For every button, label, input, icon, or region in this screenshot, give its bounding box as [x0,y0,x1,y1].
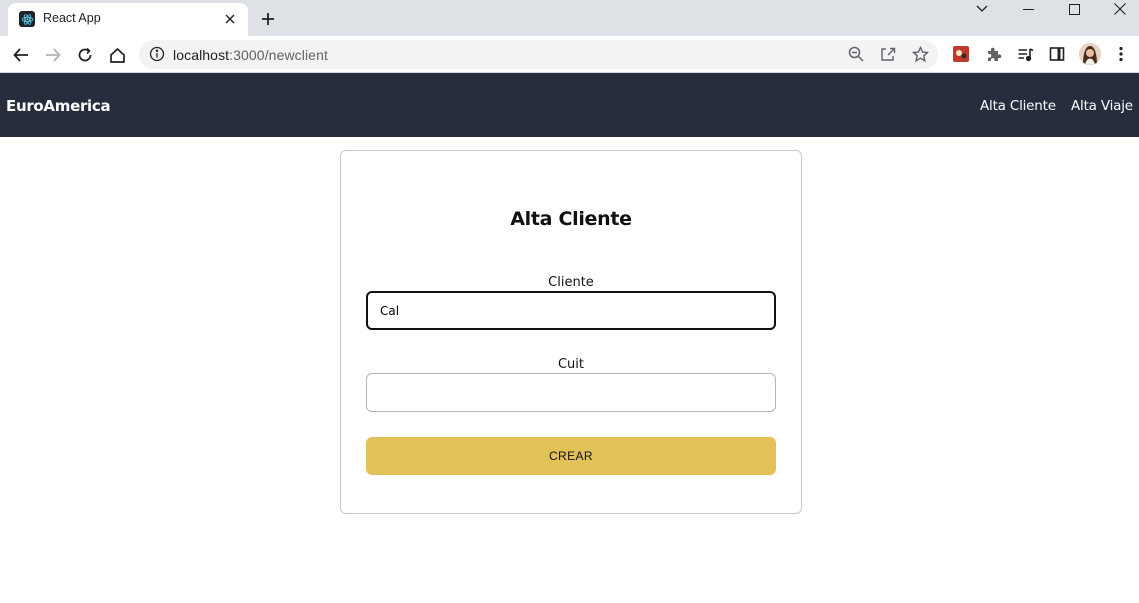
cliente-input[interactable] [366,291,776,330]
address-bar[interactable]: localhost:3000/newclient [139,40,938,69]
star-icon[interactable] [911,45,929,63]
forward-icon[interactable] [40,42,66,68]
cuit-label: Cuit [557,357,585,372]
tab-search-chevron-down-icon[interactable] [959,0,1005,18]
url-host: localhost [173,47,230,63]
browser-toolbar: localhost:3000/newclient [0,36,1139,73]
home-icon[interactable] [104,42,130,68]
client-form-card: Alta Cliente Cliente Cuit CREAR [340,150,802,514]
tab-title: React App [43,11,101,25]
browser-tab-strip: React App [0,0,1139,36]
brand-logo[interactable]: EuroAmerica [6,97,111,115]
zoom-out-icon[interactable] [847,45,865,63]
minimize-icon[interactable] [1005,0,1051,18]
browser-tab[interactable]: React App [8,3,248,36]
react-favicon-icon [19,11,35,27]
cuit-input[interactable] [366,373,776,412]
share-icon[interactable] [879,45,897,63]
media-icon[interactable] [1015,44,1035,64]
nav-link-alta-cliente[interactable]: Alta Cliente [980,98,1056,114]
url-path: :3000/newclient [229,47,328,63]
new-tab-plus-icon[interactable] [258,9,278,29]
profile-avatar[interactable] [1079,43,1101,65]
info-icon[interactable] [149,46,165,62]
form-title: Alta Cliente [510,208,632,230]
window-close-icon[interactable] [1097,0,1139,18]
app-navbar: EuroAmerica Alta Cliente Alta Viaje [0,73,1139,137]
maximize-icon[interactable] [1051,0,1097,18]
side-panel-icon[interactable] [1047,44,1067,64]
kebab-menu-icon[interactable] [1111,44,1131,64]
extension-icon[interactable] [951,44,971,64]
cliente-label: Cliente [548,275,594,290]
reload-icon[interactable] [72,42,98,68]
url-text: localhost:3000/newclient [173,47,328,63]
puzzle-icon[interactable] [983,44,1003,64]
nav-link-alta-viaje[interactable]: Alta Viaje [1071,98,1133,114]
back-icon[interactable] [8,42,34,68]
tab-close-icon[interactable] [222,11,238,27]
crear-button[interactable]: CREAR [366,437,776,475]
